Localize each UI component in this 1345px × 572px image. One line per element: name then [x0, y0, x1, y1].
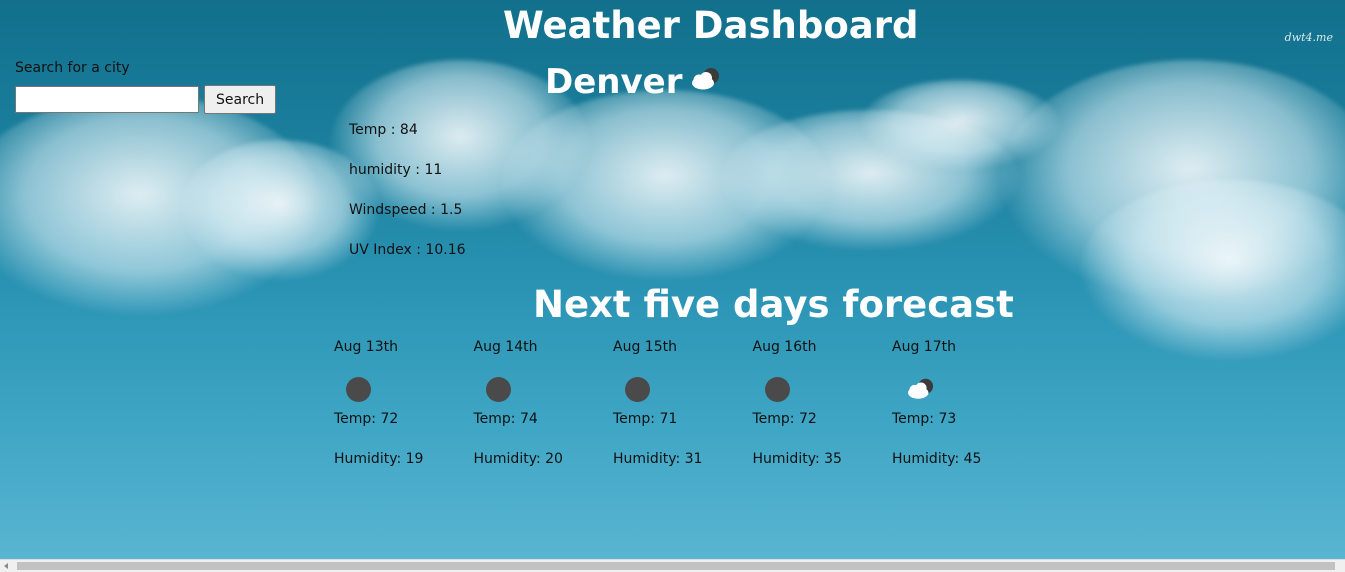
current-uv-index: UV Index : 10.16: [349, 242, 466, 258]
search-label: Search for a city: [15, 60, 130, 76]
forecast-day: Aug 17th Temp: 73 Humidity: 45: [892, 339, 1032, 471]
current-city-heading: Denver: [545, 62, 724, 102]
page-title: Weather Dashboard: [503, 4, 919, 47]
forecast-humidity: Humidity: 45: [892, 451, 982, 467]
forecast-day: Aug 14th Temp: 74 Humidity: 20: [474, 339, 614, 471]
clear-night-icon: [753, 367, 893, 411]
current-temp: Temp : 84: [349, 122, 418, 138]
forecast-temp: Temp: 72: [752, 411, 817, 427]
forecast-humidity: Humidity: 19: [334, 451, 424, 467]
clear-night-icon: [474, 367, 614, 411]
forecast-temp: Temp: 71: [613, 411, 678, 427]
clear-night-icon: [334, 367, 474, 411]
search-button[interactable]: Search: [204, 85, 277, 114]
partly-cloudy-icon: [892, 367, 1032, 411]
forecast-temp: Temp: 72: [334, 411, 399, 427]
forecast-date: Aug 17th: [892, 339, 956, 355]
forecast-temp: Temp: 74: [473, 411, 538, 427]
forecast-humidity: Humidity: 20: [473, 451, 563, 467]
forecast-humidity: Humidity: 31: [613, 451, 703, 467]
search-row: Search: [15, 85, 277, 114]
scrollbar-thumb[interactable]: [17, 562, 1335, 570]
forecast-temp: Temp: 73: [892, 411, 957, 427]
search-panel: Search for a city Search: [15, 60, 277, 114]
city-name: Denver: [545, 62, 683, 102]
horizontal-scrollbar[interactable]: [0, 559, 1345, 572]
city-search-input[interactable]: [15, 86, 199, 113]
forecast-title: Next five days forecast: [533, 283, 1014, 326]
scroll-left-arrow-icon[interactable]: [4, 563, 8, 569]
forecast-date: Aug 15th: [613, 339, 677, 355]
forecast-date: Aug 16th: [752, 339, 817, 355]
forecast-day: Aug 15th Temp: 71 Humidity: 31: [613, 339, 753, 471]
watermark: dwt4.me: [1284, 31, 1333, 44]
current-windspeed: Windspeed : 1.5: [349, 202, 463, 218]
forecast-day: Aug 13th Temp: 72 Humidity: 19: [334, 339, 474, 471]
forecast-humidity: Humidity: 35: [752, 451, 842, 467]
forecast-day: Aug 16th Temp: 72 Humidity: 35: [753, 339, 893, 471]
clear-night-icon: [613, 367, 753, 411]
current-conditions: Temp : 84 humidity : 11 Windspeed : 1.5 …: [349, 122, 466, 282]
current-humidity: humidity : 11: [349, 162, 443, 178]
forecast-date: Aug 13th: [334, 339, 398, 355]
forecast-date: Aug 14th: [473, 339, 538, 355]
partly-cloudy-icon: [688, 62, 724, 102]
forecast-list: Aug 13th Temp: 72 Humidity: 19 Aug 14th …: [334, 339, 1032, 471]
